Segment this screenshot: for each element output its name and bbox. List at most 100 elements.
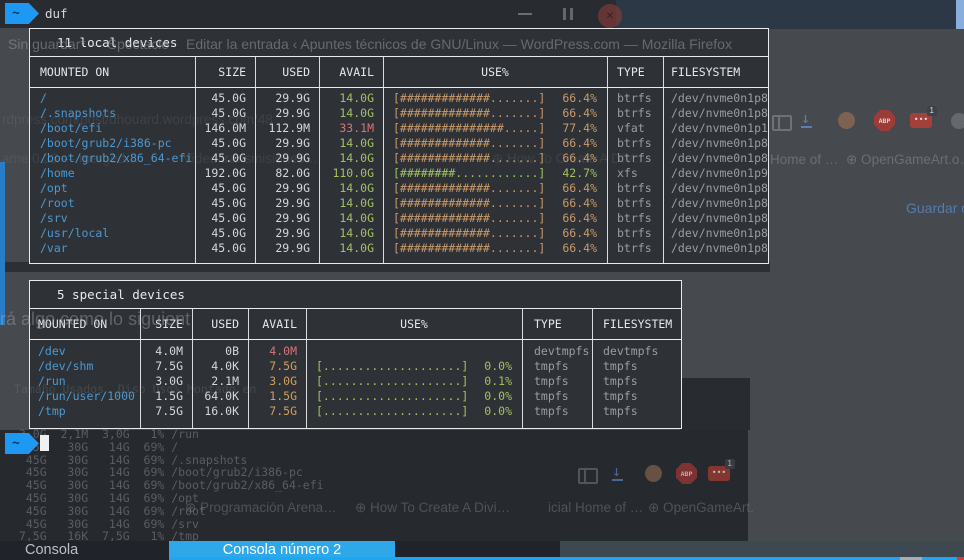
background-dark-column xyxy=(680,378,750,430)
column-header: USED xyxy=(192,317,248,331)
table-row: /dev4.0M0B4.0Mdevtmpfsdevtmpfs xyxy=(30,344,681,359)
column-header: MOUNTED ON xyxy=(30,65,195,79)
avatar xyxy=(838,112,855,129)
usage-bar: [########............] xyxy=(393,166,545,181)
table-row: /srv45.0G29.9G14.0G[#############.......… xyxy=(30,211,768,226)
bookmark-ghost: Home of … xyxy=(770,152,838,167)
usage-bar: [#############.......] xyxy=(393,211,545,226)
usage-bar: [....................] xyxy=(316,404,468,419)
column-header: USE% xyxy=(306,317,522,331)
table-divider xyxy=(383,57,384,263)
table-divider xyxy=(140,309,141,428)
table-header-row: MOUNTED ONSIZEUSEDAVAILUSE%TYPEFILESYSTE… xyxy=(30,57,768,88)
bookmark-ghost: ⊕ OpenGameArt.o… xyxy=(846,152,964,168)
save-link-ghost: Guardar c xyxy=(906,200,964,216)
table-divider xyxy=(319,57,320,263)
usage-bar: [###############.....] xyxy=(393,121,545,136)
table-body: /dev4.0M0B4.0Mdevtmpfsdevtmpfs/dev/shm7.… xyxy=(30,340,681,428)
firefox-titlebar-corner xyxy=(616,0,964,29)
column-header: TYPE xyxy=(607,65,663,79)
usage-percent: 66.4% xyxy=(562,241,597,256)
column-header: AVAIL xyxy=(248,317,306,331)
usage-percent: 0.0% xyxy=(484,359,512,374)
usage-bar: [#############.......] xyxy=(393,196,545,211)
usage-percent: 66.4% xyxy=(562,181,597,196)
desktop: ✕ ~ duf 11 local devices MOUNTED ONSIZEU… xyxy=(0,0,964,560)
table-row: /home192.0G82.0G110.0G[########.........… xyxy=(30,166,768,181)
usage-percent: 66.4% xyxy=(562,91,597,106)
table-row: /usr/local45.0G29.9G14.0G[#############.… xyxy=(30,226,768,241)
table-row: /45.0G29.9G14.0G[#############.......]66… xyxy=(30,91,768,106)
terminal-cursor xyxy=(40,435,49,451)
usage-bar: [#############.......] xyxy=(393,226,545,241)
usage-percent: 77.4% xyxy=(562,121,597,136)
table-title: 5 special devices xyxy=(30,281,681,309)
table-row: /boot/efi146.0M112.9M33.1M[#############… xyxy=(30,121,768,136)
background-dark-region xyxy=(0,430,748,541)
usage-bar: [#############.......] xyxy=(393,106,545,121)
column-header: AVAIL xyxy=(319,65,383,79)
table-divider xyxy=(248,309,249,428)
table-divider xyxy=(192,309,193,428)
table-body: /45.0G29.9G14.0G[#############.......]66… xyxy=(30,88,768,263)
usage-bar: [....................] xyxy=(316,389,468,404)
table-row: /run/user/10001.5G64.0K1.5G[............… xyxy=(30,389,681,404)
column-header: SIZE xyxy=(195,65,255,79)
table-divider xyxy=(663,57,664,263)
usage-percent: 66.4% xyxy=(562,106,597,121)
adblock-icon: ABP xyxy=(874,110,895,131)
usage-bar: [#############.......] xyxy=(393,241,545,256)
column-header: FILESYSTEM xyxy=(663,65,768,79)
usage-percent: 0.0% xyxy=(484,389,512,404)
table-divider xyxy=(255,57,256,263)
usage-percent: 66.4% xyxy=(562,151,597,166)
table-divider xyxy=(607,57,608,263)
terminal-tab-bar: Consola Consola número 2 xyxy=(0,541,964,560)
extension-icon xyxy=(951,113,964,129)
usage-bar: [....................] xyxy=(316,359,468,374)
terminal-top-strip xyxy=(0,0,616,28)
window-focus-strip xyxy=(0,162,5,325)
usage-bar: [....................] xyxy=(316,374,468,389)
password-manager-icon: ••• 1 xyxy=(910,113,932,128)
duf-table-local-devices: 11 local devices MOUNTED ONSIZEUSEDAVAIL… xyxy=(29,28,769,264)
column-header: USE% xyxy=(383,65,607,79)
usage-percent: 42.7% xyxy=(562,166,597,181)
table-title: 11 local devices xyxy=(30,29,768,57)
table-divider xyxy=(306,309,307,428)
table-row: /boot/grub2/i386-pc45.0G29.9G14.0G[#####… xyxy=(30,136,768,151)
column-header: SIZE xyxy=(140,317,192,331)
table-row: /dev/shm7.5G4.0K7.5G[...................… xyxy=(30,359,681,374)
terminal-command: duf xyxy=(45,6,68,21)
table-row: /root45.0G29.9G14.0G[#############......… xyxy=(30,196,768,211)
usage-bar: [#############.......] xyxy=(393,151,545,166)
table-row: /tmp7.5G16.0K7.5G[....................]0… xyxy=(30,404,681,419)
usage-percent: 66.4% xyxy=(562,211,597,226)
download-icon: ↓ xyxy=(801,112,812,128)
column-header: USED xyxy=(255,65,319,79)
table-divider xyxy=(592,309,593,428)
usage-bar: [#############.......] xyxy=(393,91,545,106)
usage-bar: [#############.......] xyxy=(393,181,545,196)
duf-table-special-devices: 5 special devices MOUNTED ONSIZEUSEDAVAI… xyxy=(29,280,682,429)
window-edge-highlight xyxy=(956,0,964,29)
usage-percent: 66.4% xyxy=(562,136,597,151)
table-divider xyxy=(195,57,196,263)
usage-percent: 0.0% xyxy=(484,404,512,419)
table-row: /run3.0G2.1M3.0G[....................]0.… xyxy=(30,374,681,389)
notification-badge: 1 xyxy=(927,106,937,116)
usage-bar: [#############.......] xyxy=(393,136,545,151)
column-header: MOUNTED ON xyxy=(30,317,140,331)
table-row: /var45.0G29.9G14.0G[#############.......… xyxy=(30,241,768,256)
sidebar-toggle-icon xyxy=(772,115,792,131)
table-row: /.snapshots45.0G29.9G14.0G[#############… xyxy=(30,106,768,121)
column-header: FILESYSTEM xyxy=(592,317,681,331)
usage-percent: 0.1% xyxy=(484,374,512,389)
column-header: TYPE xyxy=(522,317,592,331)
table-header-row: MOUNTED ONSIZEUSEDAVAILUSE%TYPEFILESYSTE… xyxy=(30,309,681,340)
table-divider xyxy=(522,309,523,428)
tab-consola[interactable]: Consola xyxy=(25,542,78,558)
table-row: /boot/grub2/x86_64-efi45.0G29.9G14.0G[##… xyxy=(30,151,768,166)
table-row: /opt45.0G29.9G14.0G[#############.......… xyxy=(30,181,768,196)
usage-percent: 66.4% xyxy=(562,226,597,241)
